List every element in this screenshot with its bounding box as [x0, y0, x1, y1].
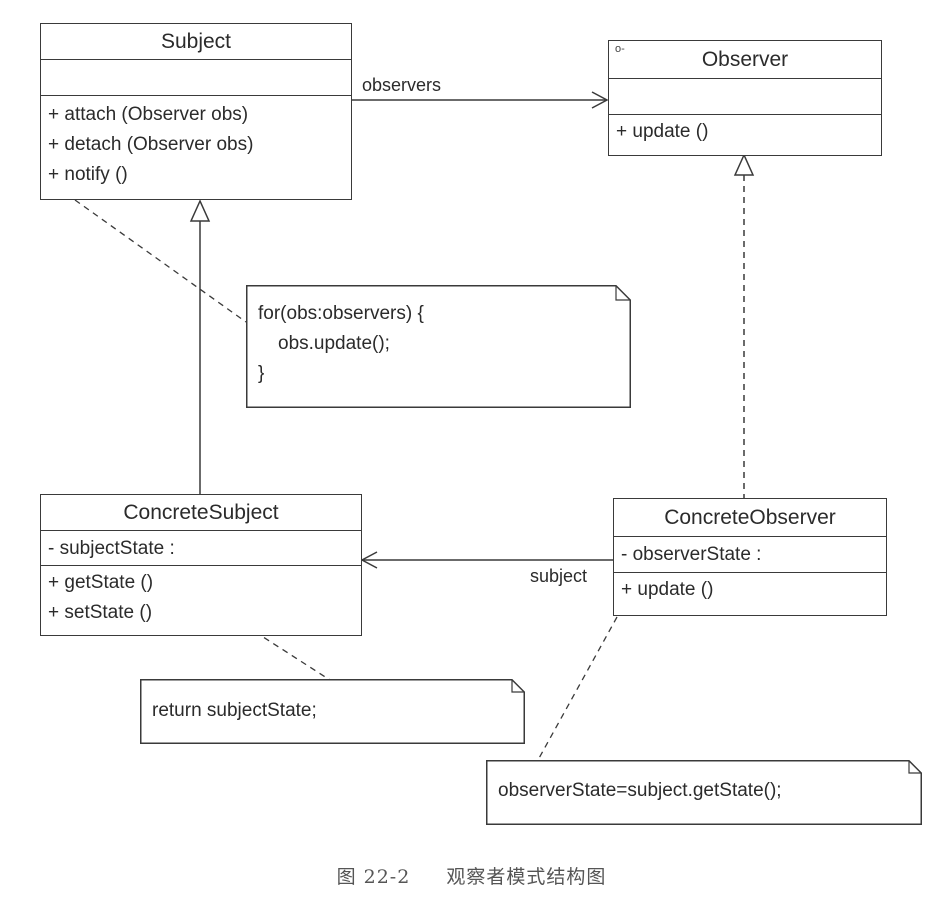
- subject-class-name: Subject: [41, 24, 351, 60]
- subject-operation-notify: + notify (): [48, 164, 128, 185]
- concrete-observer-attribute: - observerState :: [614, 537, 886, 573]
- get-state-code-note: return subjectState;: [140, 679, 525, 744]
- notify-code-note: for(obs:observers) { obs.update(); }: [246, 285, 631, 408]
- concrete-subject-operations: + getState () + setState (): [41, 566, 361, 628]
- observers-role-label: observers: [362, 75, 442, 95]
- subject-operations: + attach (Observer obs) + detach (Observ…: [41, 96, 351, 190]
- figure-caption: 图 22-2 观察者模式结构图: [0, 862, 943, 889]
- concrete-subject-class-name: ConcreteSubject: [41, 495, 361, 531]
- figure-title: 观察者模式结构图: [446, 866, 607, 888]
- subject-class[interactable]: Subject + attach (Observer obs) + detach…: [40, 23, 352, 200]
- concrete-observer-operation-update: + update (): [621, 579, 714, 600]
- observer-update-note-anchor: [537, 616, 618, 761]
- subject-generalization-triangle: [189, 199, 211, 222]
- observer-attributes-compartment: [609, 79, 881, 115]
- observer-update-code-line: observerState=subject.getState();: [498, 780, 782, 801]
- concrete-observer-operations: + update (): [614, 573, 886, 605]
- observer-update-code-note: observerState=subject.getState();: [486, 760, 922, 825]
- subject-operation-attach: + attach (Observer obs): [48, 104, 249, 125]
- concrete-subject-operation-getstate: + getState (): [48, 572, 154, 593]
- subject-role-label: subject: [530, 566, 588, 586]
- observer-operation-update: + update (): [616, 121, 709, 142]
- notify-code-line-1: for(obs:observers) {: [258, 303, 424, 324]
- concrete-subject-class[interactable]: ConcreteSubject - subjectState : + getSt…: [40, 494, 362, 636]
- subject-attributes-compartment: [41, 60, 351, 96]
- concrete-subject-operation-setstate: + setState (): [48, 602, 153, 623]
- concrete-observer-class-name: ConcreteObserver: [614, 499, 886, 537]
- notify-code-line-2: obs.update();: [278, 333, 390, 354]
- figure-number: 图 22-2: [336, 866, 411, 888]
- observer-interface-name: Observer: [609, 41, 881, 79]
- notify-code-line-3: }: [258, 363, 265, 384]
- interface-lollipop-icon: o-: [615, 43, 625, 55]
- concrete-observer-class[interactable]: ConcreteObserver - observerState : + upd…: [613, 498, 887, 616]
- subject-operation-detach: + detach (Observer obs): [48, 134, 254, 155]
- get-state-code-line: return subjectState;: [152, 700, 317, 721]
- observer-operations: + update (): [609, 115, 881, 147]
- observer-interface[interactable]: o- Observer + update (): [608, 40, 882, 156]
- observer-realization-triangle: [733, 153, 755, 176]
- notify-note-anchor: [74, 199, 247, 323]
- concrete-subject-attribute: - subjectState :: [41, 531, 361, 566]
- notify-code-lines: for(obs:observers) { obs.update(); }: [258, 299, 631, 389]
